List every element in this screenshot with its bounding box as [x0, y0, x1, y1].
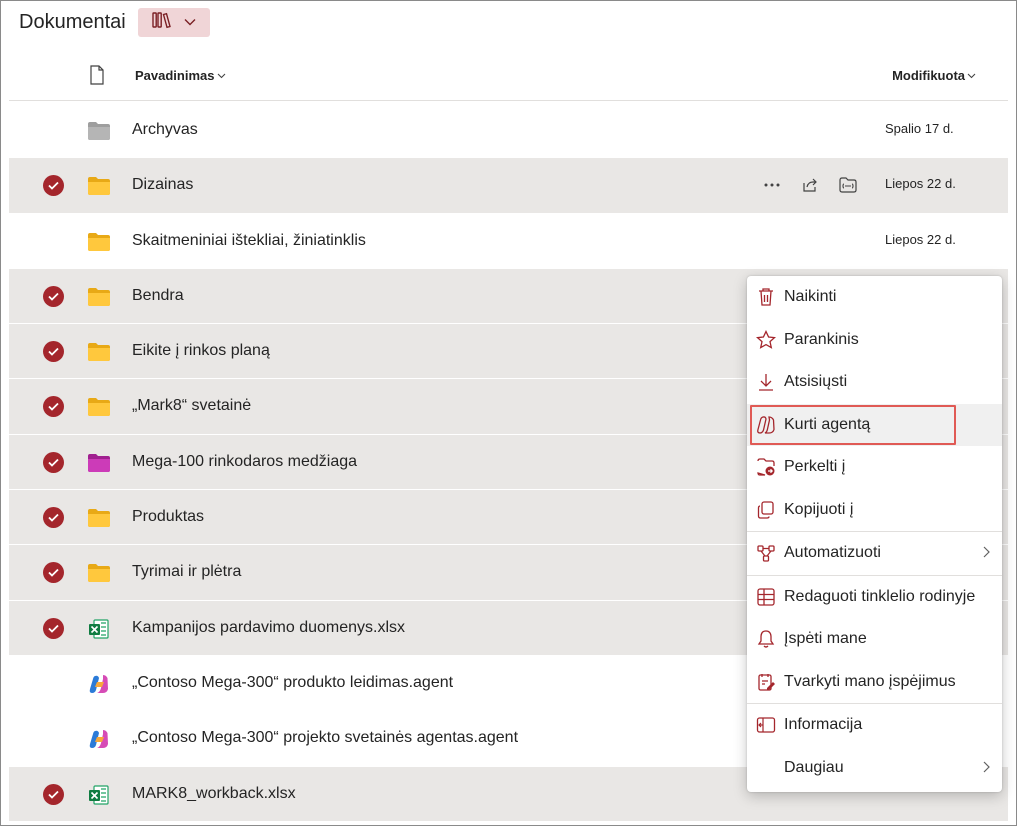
- file-name[interactable]: Mega-100 rinkodaros medžiaga: [132, 453, 357, 471]
- menu-item-copy[interactable]: Kopijuoti į: [747, 489, 1002, 532]
- menu-item-label: Atsisiųsti: [784, 373, 848, 391]
- file-type-icon[interactable]: [89, 65, 105, 90]
- menu-item-label: Automatizuoti: [784, 544, 881, 562]
- context-menu: Naikinti Parankinis Atsisiųsti Kurti agentą…: [747, 276, 1002, 792]
- copy-icon: [755, 499, 777, 521]
- folder-gray-icon: [87, 120, 111, 142]
- folder-yellow-icon: [87, 231, 111, 253]
- menu-item-label: Daugiau: [784, 758, 844, 776]
- folder-yellow-icon: [87, 562, 111, 584]
- menu-item-bell[interactable]: Įspėti mane: [747, 618, 1002, 661]
- file-name[interactable]: Dizainas: [132, 176, 193, 194]
- bell-icon: [755, 628, 777, 650]
- menu-item-label: Įspėti mane: [784, 630, 867, 648]
- document-library: Dokumentai Pavadinimas Modifikuota Archy…: [0, 0, 1017, 826]
- file-name[interactable]: Bendra: [132, 287, 184, 305]
- menu-item-info[interactable]: Informacija: [747, 704, 1002, 747]
- trash-icon: [755, 286, 777, 308]
- file-row[interactable]: Dizainas Liepos 22 d.: [9, 158, 1008, 214]
- folder-yellow-icon: [87, 396, 111, 418]
- file-name[interactable]: Skaitmeniniai ištekliai, žiniatinklis: [132, 232, 366, 250]
- move-icon: [755, 456, 777, 478]
- modified-date: Spalio 17 d.: [885, 121, 954, 136]
- library-view-icon: [152, 11, 174, 34]
- checkmark-icon[interactable]: [43, 285, 64, 307]
- checkmark-icon[interactable]: [43, 175, 64, 197]
- info-icon: [755, 714, 777, 736]
- grid-icon: [755, 586, 777, 608]
- share-icon[interactable]: [797, 172, 823, 198]
- highlight-outline: [750, 404, 956, 445]
- star-icon: [755, 329, 777, 351]
- folder-yellow-icon: [87, 341, 111, 363]
- menu-item-label: Redaguoti tinklelio rodinyje: [784, 587, 976, 605]
- column-name-header[interactable]: Pavadinimas: [135, 68, 226, 83]
- checkmark-icon[interactable]: [43, 562, 64, 584]
- modified-date: Liepos 22 d.: [885, 176, 956, 192]
- menu-item-label: Tvarkyti mano įspėjimus: [784, 672, 956, 690]
- blank-icon: [755, 757, 777, 779]
- checkmark-icon[interactable]: [43, 783, 64, 805]
- menu-item-download[interactable]: Atsisiųsti: [747, 361, 1002, 404]
- menu-item-grid[interactable]: Redaguoti tinklelio rodinyje: [747, 576, 1002, 619]
- checkmark-icon[interactable]: [43, 507, 64, 529]
- checkmark-icon[interactable]: [43, 451, 64, 473]
- view-switcher-button[interactable]: [137, 7, 210, 37]
- menu-item-more[interactable]: Daugiau: [747, 747, 1002, 790]
- file-row[interactable]: Archyvas Spalio 17 d.: [9, 103, 1008, 159]
- copy-link-icon[interactable]: [835, 172, 861, 198]
- checkmark-icon[interactable]: [43, 617, 64, 639]
- folder-magenta-icon: [87, 452, 111, 474]
- menu-item-copilot-agent[interactable]: Kurti agentą: [747, 403, 1002, 446]
- file-name[interactable]: „Mark8“ svetainė: [132, 397, 251, 415]
- folder-yellow-icon: [87, 175, 111, 197]
- menu-item-label: Parankinis: [784, 330, 859, 348]
- excel-icon: [87, 618, 111, 640]
- sort-chevron-icon: [967, 73, 976, 78]
- menu-item-label: Informacija: [784, 716, 863, 734]
- folder-yellow-icon: [87, 507, 111, 529]
- column-modified-label: Modifikuota: [892, 68, 965, 83]
- file-name[interactable]: Kampanijos pardavimo duomenys.xlsx: [132, 619, 405, 637]
- automate-icon: [755, 542, 777, 564]
- sort-chevron-icon: [217, 73, 225, 78]
- file-name[interactable]: Archyvas: [132, 121, 198, 139]
- file-name[interactable]: Tyrimai ir plėtra: [132, 563, 241, 581]
- menu-item-label: Perkelti į: [784, 458, 846, 476]
- menu-item-manage-alerts[interactable]: Tvarkyti mano įspėjimus: [747, 661, 1002, 704]
- page-title: Dokumentai: [19, 10, 126, 33]
- file-name[interactable]: Eikite į rinkos planą: [132, 342, 270, 360]
- column-header-row: Pavadinimas Modifikuota: [9, 53, 1008, 101]
- chevron-right-icon: [983, 760, 990, 778]
- file-name[interactable]: „Contoso Mega-300“ projekto svetainės ag…: [132, 729, 518, 747]
- column-name-label: Pavadinimas: [135, 68, 215, 83]
- file-name[interactable]: MARK8_workback.xlsx: [132, 785, 296, 803]
- manage-alerts-icon: [755, 671, 777, 693]
- file-row[interactable]: Skaitmeniniai ištekliai, žiniatinklis Lie…: [9, 214, 1008, 269]
- chevron-right-icon: [983, 545, 990, 563]
- folder-yellow-icon: [87, 286, 111, 308]
- chevron-down-icon: [184, 13, 196, 31]
- library-header: Dokumentai: [19, 7, 210, 37]
- menu-item-label: Kopijuoti į: [784, 500, 854, 518]
- row-actions: [759, 172, 861, 198]
- copilot-icon: [87, 728, 111, 750]
- file-name[interactable]: „Contoso Mega-300“ produkto leidimas.age…: [132, 674, 453, 692]
- file-name[interactable]: Produktas: [132, 508, 204, 526]
- menu-item-trash[interactable]: Naikinti: [747, 276, 1002, 319]
- menu-item-move[interactable]: Perkelti į: [747, 446, 1002, 489]
- checkmark-icon[interactable]: [43, 341, 64, 363]
- menu-item-star[interactable]: Parankinis: [747, 319, 1002, 362]
- menu-item-automate[interactable]: Automatizuoti: [747, 532, 1002, 575]
- excel-icon: [87, 784, 111, 806]
- column-modified-header[interactable]: Modifikuota: [892, 68, 976, 83]
- menu-item-label: Naikinti: [784, 288, 837, 306]
- modified-date: Liepos 22 d.: [885, 231, 956, 247]
- download-icon: [755, 371, 777, 393]
- copilot-icon: [87, 673, 111, 695]
- more-options-icon[interactable]: [759, 172, 785, 198]
- checkmark-icon[interactable]: [43, 396, 64, 418]
